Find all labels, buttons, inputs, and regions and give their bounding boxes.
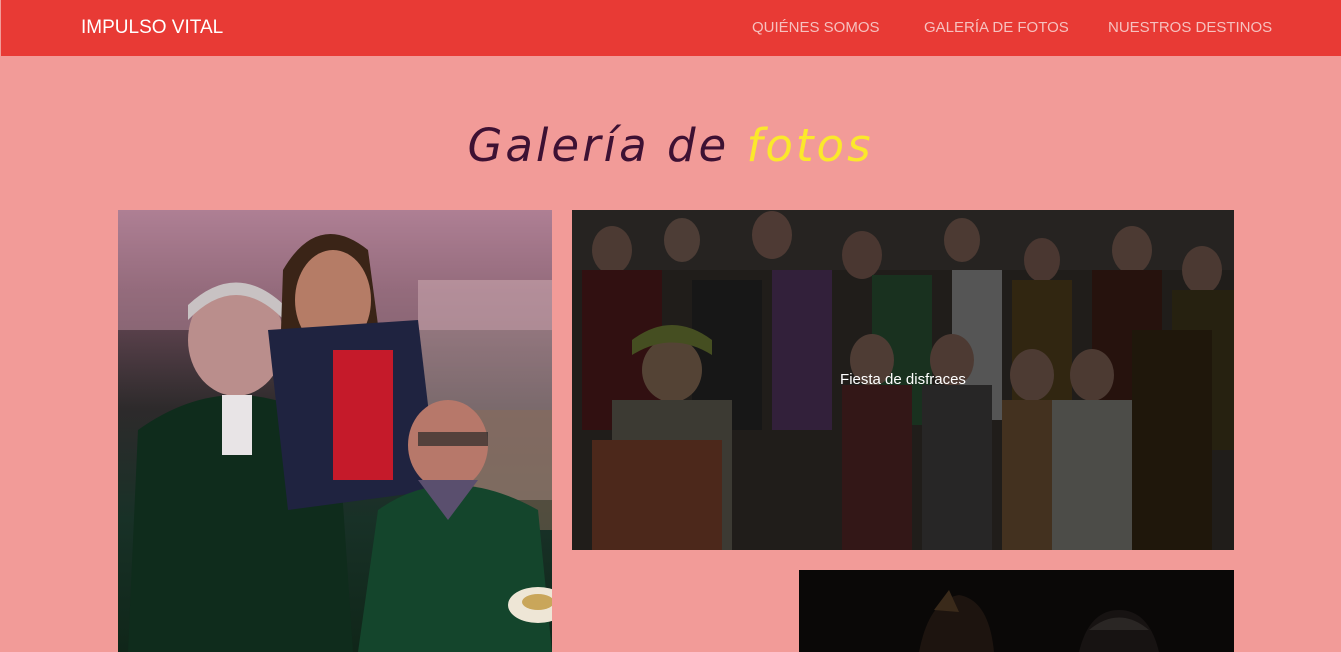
page-title-main: Galería de xyxy=(467,119,747,172)
photo-caption: Fiesta de disfraces xyxy=(840,371,966,388)
group-portrait-image xyxy=(118,210,552,652)
page-title: Galería de fotos xyxy=(0,116,1341,176)
dark-photo-image xyxy=(799,570,1234,652)
nav-link-nuestros-destinos[interactable]: NUESTROS DESTINOS xyxy=(1108,19,1272,37)
navbar: IMPULSO VITAL QUIÉNES SOMOS GALERÍA DE F… xyxy=(1,0,1341,56)
gallery-photo-dark[interactable] xyxy=(799,570,1234,652)
nav-link-galeria-de-fotos[interactable]: GALERÍA DE FOTOS xyxy=(924,19,1069,37)
brand-link[interactable]: IMPULSO VITAL xyxy=(81,16,223,40)
page-title-accent: fotos xyxy=(746,119,874,172)
nav-link-quienes-somos[interactable]: QUIÉNES SOMOS xyxy=(752,19,880,37)
gallery-photo-group-portrait[interactable] xyxy=(118,210,552,652)
gallery-photo-costume-party[interactable]: Fiesta de disfraces xyxy=(572,210,1234,550)
